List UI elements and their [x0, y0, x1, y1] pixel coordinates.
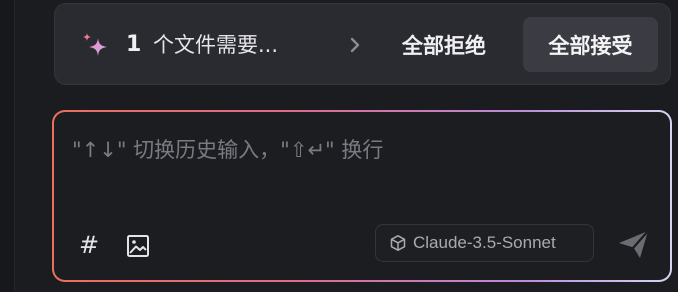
cube-icon: [390, 235, 406, 251]
pending-file-count: 1: [126, 32, 142, 57]
pending-changes-label[interactable]: 个文件需要...: [153, 31, 278, 59]
reject-all-button[interactable]: 全部拒绝: [380, 18, 508, 72]
hash-context-button[interactable]: #: [76, 231, 102, 259]
chevron-right-icon[interactable]: [345, 34, 365, 56]
model-selector[interactable]: Claude-3.5-Sonnet: [375, 224, 594, 262]
panel-divider: [0, 0, 15, 292]
chat-input-box: # Claude-3.5-Sonnet: [52, 110, 672, 282]
chat-input[interactable]: [72, 130, 632, 170]
send-icon[interactable]: [614, 226, 654, 262]
pending-changes-bar: 1 个文件需要... 全部拒绝 全部接受: [54, 3, 671, 85]
sparkle-icon: [83, 33, 107, 56]
image-icon[interactable]: [125, 233, 151, 259]
chat-input-container: # Claude-3.5-Sonnet: [54, 112, 670, 280]
model-name: Claude-3.5-Sonnet: [413, 233, 556, 252]
chat-panel: 1 个文件需要... 全部拒绝 全部接受 # Claude-3.5-Sonnet: [0, 0, 678, 292]
accept-all-button[interactable]: 全部接受: [523, 17, 658, 72]
